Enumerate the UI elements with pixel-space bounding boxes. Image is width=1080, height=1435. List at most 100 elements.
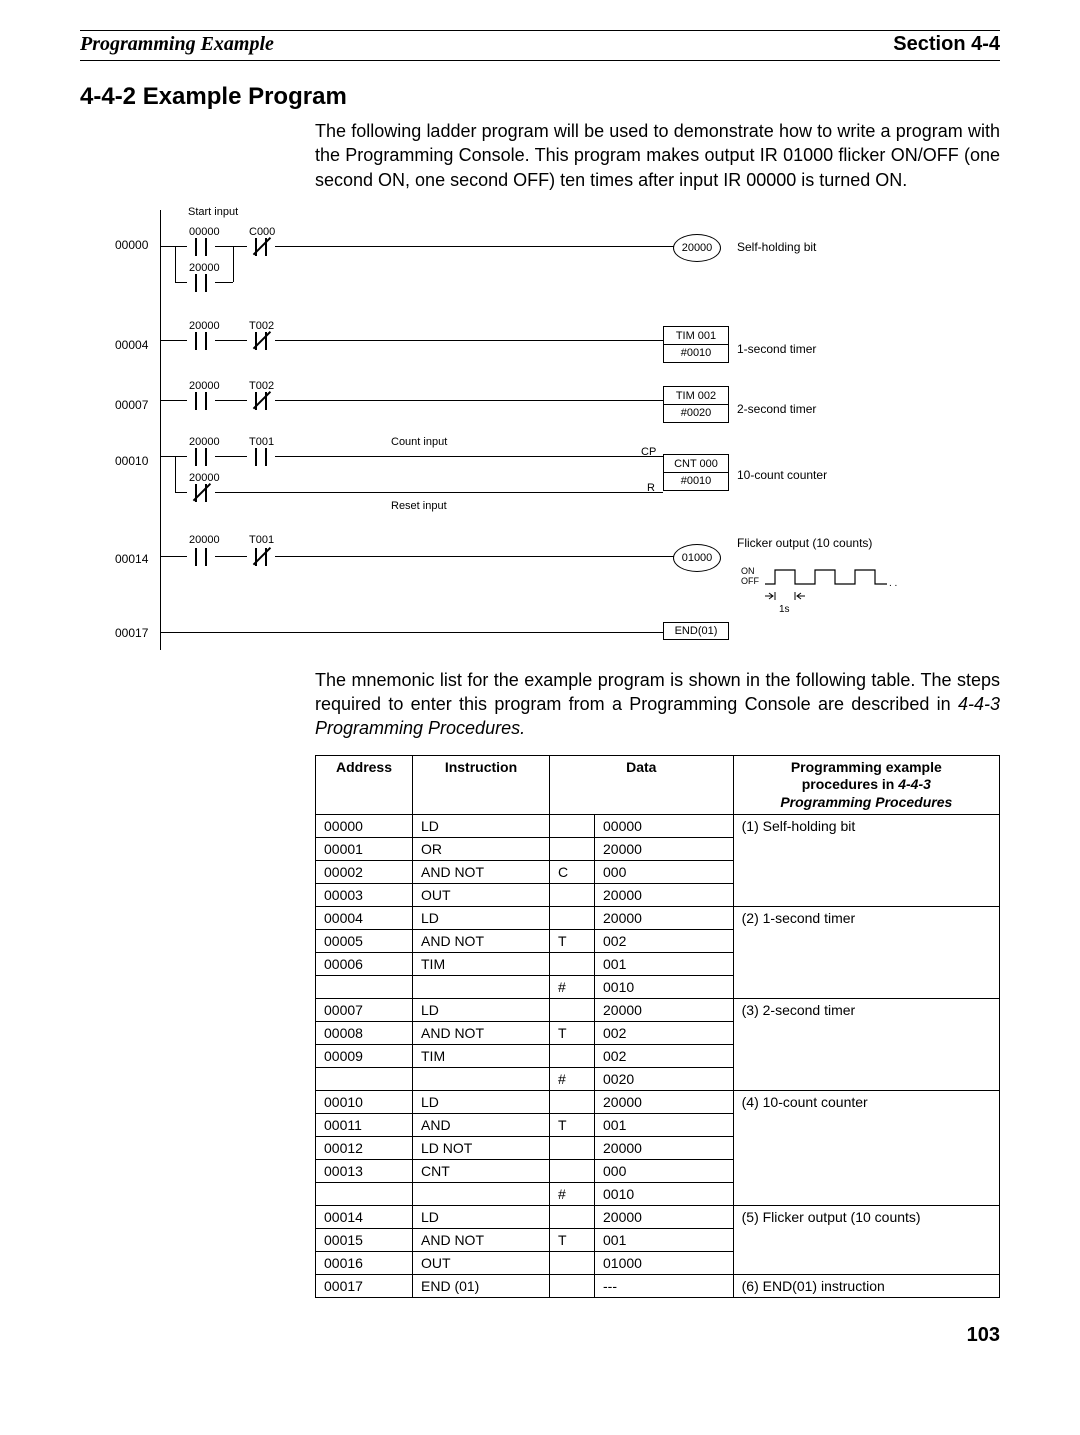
cell-data-prefix	[550, 1206, 595, 1229]
cell-instruction: END (01)	[413, 1275, 550, 1298]
cell-address: 00009	[316, 1045, 413, 1068]
cell-procedure: (1) Self-holding bit	[733, 815, 999, 907]
cell-data-value: 000	[595, 1160, 734, 1183]
cell-data-value: 0010	[595, 976, 734, 999]
cell-procedure: (2) 1-second timer	[733, 907, 999, 999]
cell-data-prefix: T	[550, 1022, 595, 1045]
cell-data-prefix	[550, 815, 595, 838]
function-block: END(01)	[663, 622, 729, 640]
table-row: 00004LD20000(2) 1-second timer	[316, 907, 1000, 930]
reset-input-label: Reset input	[391, 500, 447, 512]
cell-data-value: 002	[595, 930, 734, 953]
contact-label: 20000	[189, 436, 220, 448]
section-title: 4-4-2 Example Program	[80, 83, 1000, 111]
mnemonic-paragraph: The mnemonic list for the example progra…	[315, 668, 1000, 741]
cell-data-value: 001	[595, 1114, 734, 1137]
cell-address: 00011	[316, 1114, 413, 1137]
cell-data-prefix	[550, 1252, 595, 1275]
cell-instruction: LD	[413, 815, 550, 838]
cell-address: 00008	[316, 1022, 413, 1045]
cell-address: 00007	[316, 999, 413, 1022]
cell-address	[316, 1183, 413, 1206]
cell-procedure: (3) 2-second timer	[733, 999, 999, 1091]
cell-data-value: 20000	[595, 1137, 734, 1160]
rung-address: 00014	[115, 552, 148, 566]
nc-contact-icon	[247, 392, 275, 410]
cell-data-value: 002	[595, 1045, 734, 1068]
col-procedure: Programming example procedures in 4-4-3 …	[733, 755, 999, 815]
cell-address: 00013	[316, 1160, 413, 1183]
rung-annotation: 10-count counter	[737, 468, 827, 482]
cell-address	[316, 976, 413, 999]
cell-data-prefix	[550, 1137, 595, 1160]
rung-address: 00000	[115, 238, 148, 252]
cell-instruction: AND NOT	[413, 861, 550, 884]
cell-data-value: 000	[595, 861, 734, 884]
rung-00004: 00004 20000 T002 TIM 001 #0010 1-second …	[161, 308, 1000, 368]
cell-data-value: 20000	[595, 1206, 734, 1229]
rung-00000: 00000 00000 C000 20000 Self-holding bit …	[161, 214, 1000, 308]
table-row: 00000LD00000(1) Self-holding bit	[316, 815, 1000, 838]
cell-data-prefix	[550, 999, 595, 1022]
cp-label: CP	[641, 446, 656, 458]
contact-label: 20000	[189, 380, 220, 392]
cell-procedure: (6) END(01) instruction	[733, 1275, 999, 1298]
no-contact-icon	[187, 448, 215, 466]
nc-contact-icon	[187, 484, 215, 502]
cell-address: 00003	[316, 884, 413, 907]
count-input-label: Count input	[391, 436, 447, 448]
waveform-on-label: ON	[741, 566, 755, 576]
cell-data-value: 20000	[595, 884, 734, 907]
col-instruction: Instruction	[413, 755, 550, 815]
cell-procedure: (5) Flicker output (10 counts)	[733, 1206, 999, 1275]
cell-instruction: CNT	[413, 1160, 550, 1183]
cell-instruction: LD	[413, 1091, 550, 1114]
nc-contact-icon	[247, 238, 275, 256]
output-coil: 20000	[673, 234, 721, 262]
cell-instruction: TIM	[413, 1045, 550, 1068]
nc-contact-icon	[247, 548, 275, 566]
cell-procedure: (4) 10-count counter	[733, 1091, 999, 1206]
cell-address: 00016	[316, 1252, 413, 1275]
cell-address: 00004	[316, 907, 413, 930]
cell-data-value: 01000	[595, 1252, 734, 1275]
block-line: CNT 000	[670, 458, 722, 470]
cell-data-value: 002	[595, 1022, 734, 1045]
cell-data-prefix	[550, 953, 595, 976]
cell-instruction	[413, 1068, 550, 1091]
rung-address: 00010	[115, 454, 148, 468]
page-header: Programming Example Section 4-4	[80, 33, 1000, 61]
function-block: CNT 000 #0010	[663, 454, 729, 491]
block-line: #0010	[664, 472, 728, 487]
cell-data-value: 0020	[595, 1068, 734, 1091]
cell-address: 00010	[316, 1091, 413, 1114]
block-line: #0010	[664, 344, 728, 359]
cell-instruction: OUT	[413, 884, 550, 907]
cell-data-prefix	[550, 907, 595, 930]
cell-instruction: LD NOT	[413, 1137, 550, 1160]
cell-data-value: 20000	[595, 999, 734, 1022]
cell-data-value: 20000	[595, 838, 734, 861]
output-coil: 01000	[673, 544, 721, 572]
cell-instruction: AND NOT	[413, 930, 550, 953]
proc-line: procedures in	[802, 776, 898, 792]
cell-instruction: LD	[413, 907, 550, 930]
table-row: 00014LD20000(5) Flicker output (10 count…	[316, 1206, 1000, 1229]
no-contact-icon	[187, 332, 215, 350]
cell-data-prefix: T	[550, 1229, 595, 1252]
rung-annotation: 2-second timer	[737, 402, 816, 416]
proc-line-ref: Programming Procedures	[780, 794, 952, 810]
no-contact-icon	[187, 548, 215, 566]
contact-label: 20000	[189, 534, 220, 546]
cell-data-prefix: C	[550, 861, 595, 884]
function-block: TIM 001 #0010	[663, 326, 729, 363]
cell-data-prefix	[550, 1275, 595, 1298]
cell-instruction: LD	[413, 999, 550, 1022]
table-row: 00017END (01)---(6) END(01) instruction	[316, 1275, 1000, 1298]
cell-instruction: LD	[413, 1206, 550, 1229]
no-contact-icon	[187, 238, 215, 256]
no-contact-icon	[247, 448, 275, 466]
rung-00010: 00010 20000 T001 Count input CP 20000 Re…	[161, 428, 1000, 522]
header-right: Section 4-4	[893, 33, 1000, 56]
cell-instruction	[413, 1183, 550, 1206]
